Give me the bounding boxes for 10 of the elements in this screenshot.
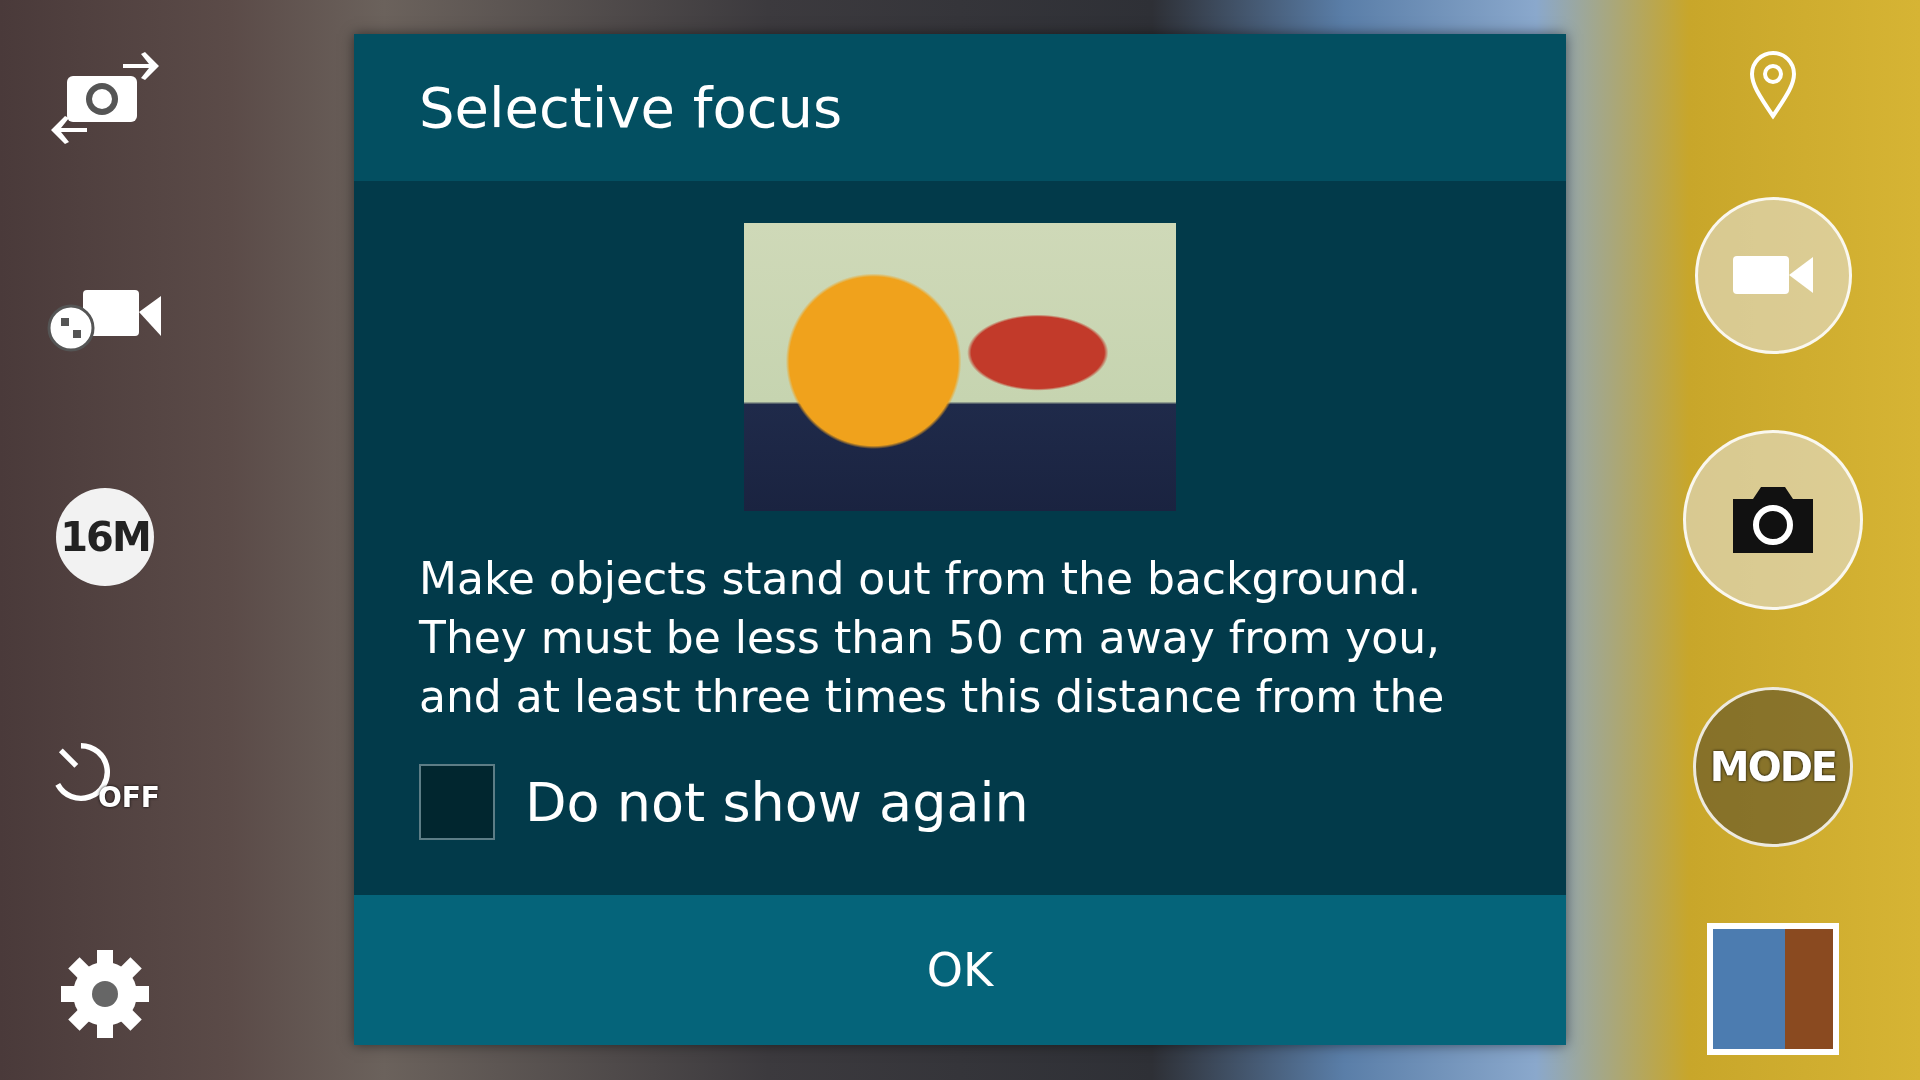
checkbox-label: Do not show again: [525, 770, 1029, 834]
settings-icon[interactable]: [59, 948, 151, 1040]
timer-button[interactable]: OFF: [50, 722, 160, 812]
mode-button[interactable]: MODE: [1693, 686, 1853, 847]
description-text: Make objects stand out from the background. They must be less than 50 cm away from you, and at least three times this distance from the: [419, 552, 1446, 724]
video-camera-icon: [1733, 254, 1813, 296]
ok-button[interactable]: OK: [354, 895, 1566, 1045]
dialog-title: Selective focus: [419, 75, 843, 140]
checkbox[interactable]: [419, 764, 495, 840]
gallery-thumbnail[interactable]: [1707, 923, 1839, 1055]
